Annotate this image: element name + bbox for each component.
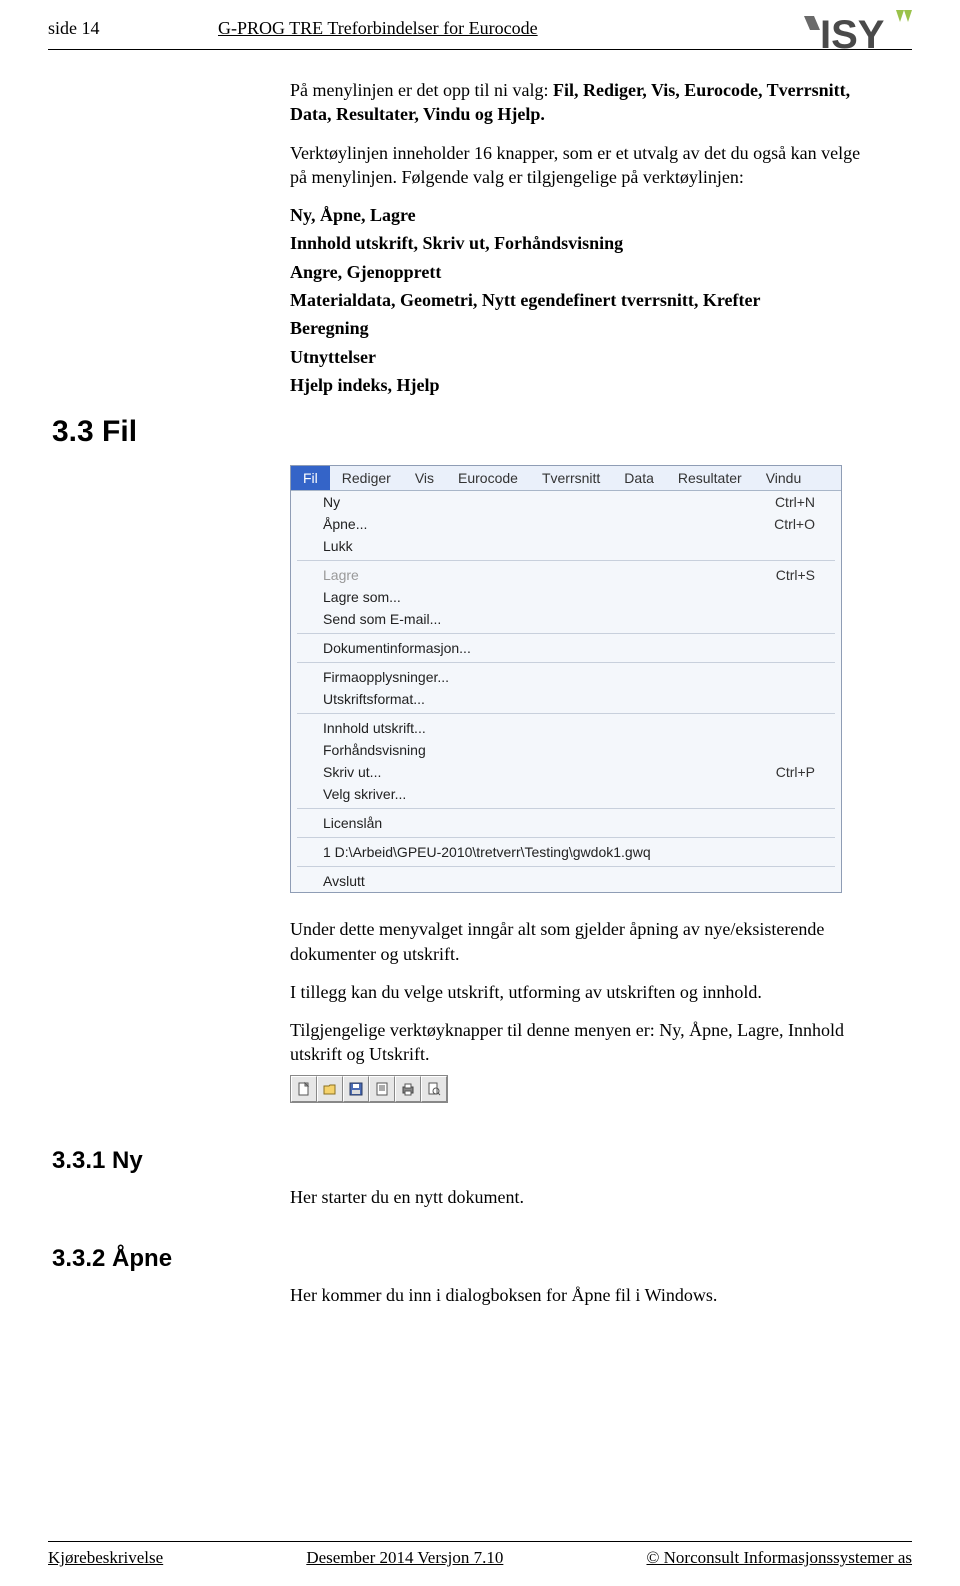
toolbar-group-7: Hjelp indeks, Hjelp	[290, 373, 870, 397]
menubar-item[interactable]: Fil	[291, 466, 330, 490]
paragraph-apne: Her kommer du inn i dialogboksen for Åpn…	[290, 1283, 870, 1307]
paragraph-toolbar-intro: Verktøylinjen inneholder 16 knapper, som…	[290, 141, 870, 190]
menubar-item[interactable]: Resultater	[666, 466, 754, 490]
menu-item[interactable]: Skriv ut...Ctrl+P	[291, 761, 841, 783]
menu-item[interactable]: Licenslån	[291, 812, 841, 834]
menu-separator	[297, 866, 835, 867]
menubar-item[interactable]: Vindu	[754, 466, 814, 490]
menu-item[interactable]: Innhold utskrift...	[291, 717, 841, 739]
toolbar-buttons	[290, 1075, 448, 1103]
heading-3-3-fil: 3.3 Fil	[0, 415, 960, 449]
menubar-item[interactable]: Vis	[403, 466, 446, 490]
menu-screenshot: FilRedigerVisEurocodeTverrsnittDataResul…	[290, 465, 842, 893]
paragraph-fil-desc-1: Under dette menyvalget inngår alt som gj…	[290, 917, 870, 966]
menu-item[interactable]: 1 D:\Arbeid\GPEU-2010\tretverr\Testing\g…	[291, 841, 841, 863]
heading-3-3-2-apne: 3.3.2 Åpne	[0, 1245, 960, 1273]
logo-isy: ISY	[802, 8, 912, 61]
preview-icon	[421, 1076, 447, 1102]
menubar-item[interactable]: Eurocode	[446, 466, 530, 490]
print-icon	[395, 1076, 421, 1102]
open-icon	[317, 1076, 343, 1102]
toolbar-group-2: Innhold utskrift, Skriv ut, Forhåndsvisn…	[290, 231, 870, 255]
footer-right: © Norconsult Informasjonssystemer as	[646, 1548, 912, 1568]
heading-3-3-1-ny: 3.3.1 Ny	[0, 1147, 960, 1175]
menubar-item[interactable]: Data	[612, 466, 666, 490]
menubar-item[interactable]: Tverrsnitt	[530, 466, 612, 490]
menu-item[interactable]: Åpne...Ctrl+O	[291, 513, 841, 535]
menu-separator	[297, 837, 835, 838]
paragraph-fil-desc-3: Tilgjengelige verktøyknapper til denne m…	[290, 1018, 870, 1067]
menu-item[interactable]: Firmaopplysninger...	[291, 666, 841, 688]
footer-left: Kjørebeskrivelse	[48, 1548, 163, 1568]
content-print-icon	[369, 1076, 395, 1102]
toolbar-group-3: Angre, Gjenopprett	[290, 260, 870, 284]
paragraph-menu-intro: På menylinjen er det opp til ni valg: Fi…	[290, 78, 870, 127]
menu-separator	[297, 560, 835, 561]
new-icon	[291, 1076, 317, 1102]
menu-separator	[297, 713, 835, 714]
paragraph-ny: Her starter du en nytt dokument.	[290, 1185, 870, 1209]
menu-separator	[297, 633, 835, 634]
menu-item[interactable]: Send som E-mail...	[291, 608, 841, 630]
menubar-item[interactable]: Rediger	[330, 466, 403, 490]
menu-separator	[297, 662, 835, 663]
save-icon	[343, 1076, 369, 1102]
menu-item[interactable]: Lukk	[291, 535, 841, 557]
paragraph-fil-desc-2: I tillegg kan du velge utskrift, utformi…	[290, 980, 870, 1004]
menu-item[interactable]: Forhåndsvisning	[291, 739, 841, 761]
footer-center: Desember 2014 Versjon 7.10	[306, 1548, 503, 1568]
toolbar-group-5: Beregning	[290, 316, 870, 340]
fil-dropdown: NyCtrl+NÅpne...Ctrl+OLukk LagreCtrl+SLagr…	[291, 491, 841, 892]
menu-item[interactable]: Utskriftsformat...	[291, 688, 841, 710]
toolbar-group-4: Materialdata, Geometri, Nytt egendefiner…	[290, 288, 870, 312]
svg-text:ISY: ISY	[820, 13, 885, 56]
header-page-number: side 14	[48, 18, 188, 39]
menu-item[interactable]: Dokumentinformasjon...	[291, 637, 841, 659]
menu-item[interactable]: Avslutt	[291, 870, 841, 892]
menu-item: LagreCtrl+S	[291, 564, 841, 586]
toolbar-group-6: Utnyttelser	[290, 345, 870, 369]
menu-item[interactable]: NyCtrl+N	[291, 491, 841, 513]
menubar: FilRedigerVisEurocodeTverrsnittDataResul…	[291, 466, 841, 491]
menu-separator	[297, 808, 835, 809]
toolbar-group-1: Ny, Åpne, Lagre	[290, 203, 870, 227]
menu-item[interactable]: Lagre som...	[291, 586, 841, 608]
menu-item[interactable]: Velg skriver...	[291, 783, 841, 805]
